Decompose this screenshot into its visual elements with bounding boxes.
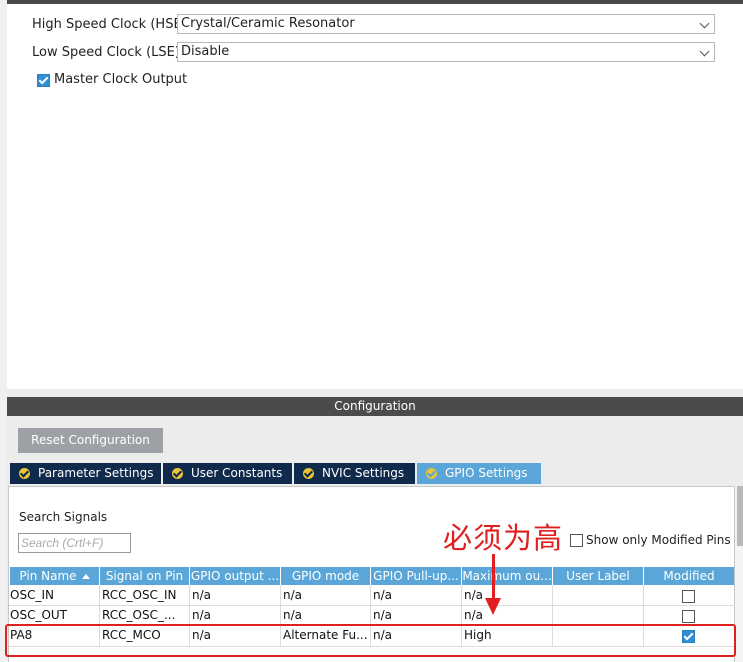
mco-label: Master Clock Output [54,72,188,87]
tab-label: User Constants [191,466,283,480]
cell-pin: OSC_OUT [10,608,67,622]
tab-parameter-settings[interactable]: Parameter Settings [10,463,161,484]
cell-speed: n/a [464,588,484,602]
cell-output: n/a [192,608,212,622]
tab-label: Parameter Settings [38,466,154,480]
lse-select-value: Disable [181,44,230,59]
check-circle-icon [19,468,30,479]
cell-signal: RCC_OSC_IN [102,588,177,602]
left-edge [0,0,7,662]
tab-label: NVIC Settings [322,466,405,480]
search-input[interactable] [18,533,131,553]
column-header-max-output-speed[interactable]: Maximum ou... [462,567,552,585]
cell-user-label [553,586,643,605]
cell-output: n/a [192,588,212,602]
column-header-gpio-pull[interactable]: GPIO Pull-up... [371,567,461,585]
cell-speed: n/a [464,608,484,622]
cell-user-label [553,606,643,625]
column-header-gpio-mode[interactable]: GPIO mode [281,567,370,585]
check-circle-icon [303,468,314,479]
annotation-text: 必须为高 [443,521,564,555]
tab-user-constants[interactable]: User Constants [163,463,292,484]
hse-label: High Speed Clock (HSE) [32,17,187,32]
tab-gpio-settings[interactable]: GPIO Settings [417,463,541,484]
chevron-down-icon [699,18,710,29]
cell-signal: RCC_OSC_... [102,608,176,622]
separator [7,389,743,397]
chevron-down-icon [699,46,710,57]
highlight-box [5,624,736,657]
config-header: Configuration [7,397,743,416]
hse-select[interactable]: Crystal/Ceramic Resonator [177,14,715,34]
show-modified-checkbox[interactable] [570,534,583,547]
tab-nvic-settings[interactable]: NVIC Settings [294,463,415,484]
tab-label: GPIO Settings [445,466,528,480]
column-header-modified[interactable]: Modified [644,567,734,585]
modified-checkbox [682,590,695,603]
check-circle-icon [426,468,437,479]
search-signals-label: Search Signals [19,510,108,524]
hse-select-value: Crystal/Ceramic Resonator [181,16,355,31]
cell-pin: OSC_IN [10,588,54,602]
column-header-pin-name[interactable]: Pin Name [10,567,99,585]
cell-pull: n/a [373,608,393,622]
cell-mode: n/a [283,588,303,602]
column-header-gpio-output[interactable]: GPIO output ... [190,567,280,585]
cell-mode: n/a [283,608,303,622]
lse-select[interactable]: Disable [177,42,715,62]
scrollbar-thumb[interactable] [737,486,743,546]
arrow-down-icon [485,598,501,615]
sort-ascending-icon [81,574,90,579]
cell-pull: n/a [373,588,393,602]
column-header-signal[interactable]: Signal on Pin [100,567,189,585]
show-modified-label: Show only Modified Pins [586,533,731,547]
annotation-arrow [492,554,495,600]
lse-label: Low Speed Clock (LSE) [32,45,180,60]
reset-configuration-button[interactable]: Reset Configuration [18,428,163,453]
check-circle-icon [172,468,183,479]
modified-checkbox [682,610,695,623]
mco-checkbox[interactable] [37,74,50,87]
column-header-user-label[interactable]: User Label [553,567,643,585]
